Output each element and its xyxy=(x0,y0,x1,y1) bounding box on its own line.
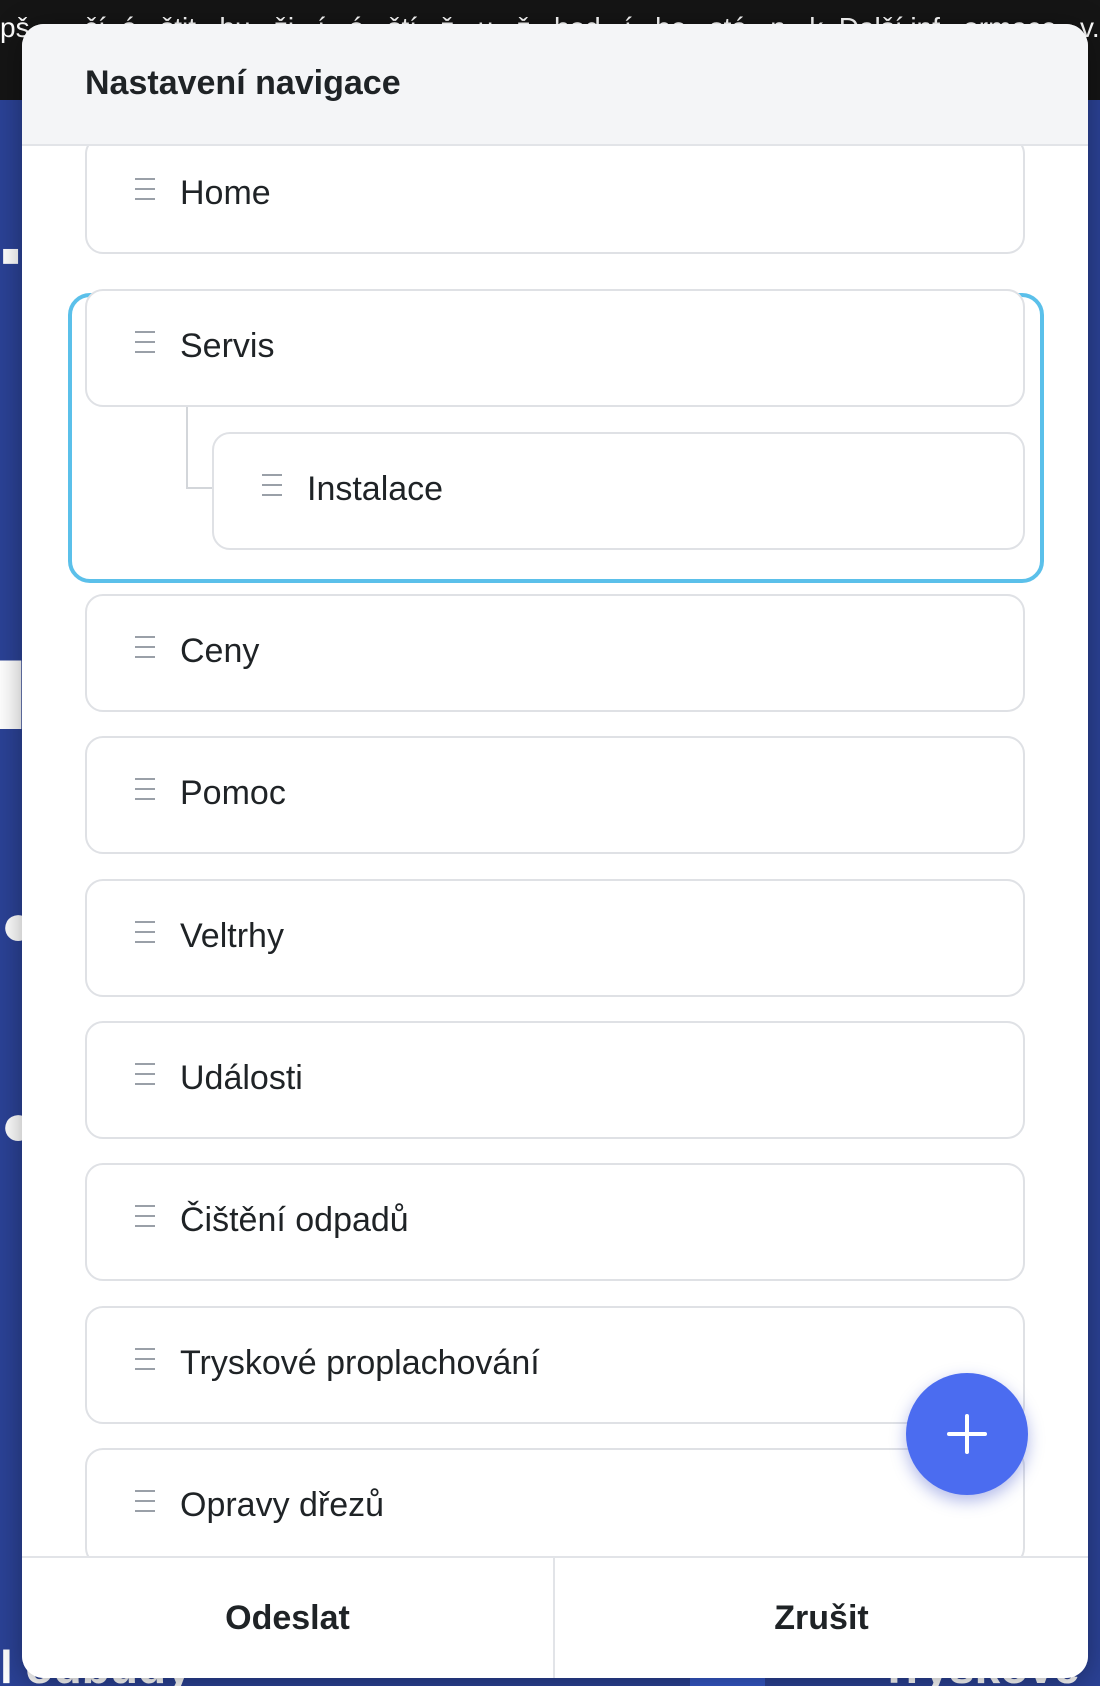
nav-item-opravy-drezu[interactable]: Opravy dřezů xyxy=(85,1448,1025,1566)
drag-handle-icon[interactable] xyxy=(135,178,155,204)
dialog-title: Nastavení navigace xyxy=(85,64,401,102)
drag-handle-icon[interactable] xyxy=(135,636,155,662)
nav-item-label: Veltrhy xyxy=(180,917,284,955)
nav-item-label: Home xyxy=(180,174,271,212)
navigation-settings-dialog: Nastavení navigace Home Servis Instalace… xyxy=(22,24,1088,1678)
background-fragment: ● xyxy=(0,891,22,958)
cancel-button[interactable]: Zrušit xyxy=(555,1558,1088,1678)
nav-item-label: Pomoc xyxy=(180,774,286,812)
nav-item-instalace[interactable]: Instalace xyxy=(212,432,1025,550)
nav-item-ceny[interactable]: Ceny xyxy=(85,594,1025,712)
drag-handle-icon[interactable] xyxy=(135,331,155,357)
nav-item-label: Tryskové proplachování xyxy=(180,1344,540,1382)
nav-item-label: Servis xyxy=(180,327,275,365)
nav-item-tryskove-proplachovani[interactable]: Tryskové proplachování xyxy=(85,1306,1025,1424)
background-fragment: ▌ xyxy=(0,661,22,728)
submit-button[interactable]: Odeslat xyxy=(22,1558,555,1678)
nav-item-cisteni-odpadu[interactable]: Čištění odpadů xyxy=(85,1163,1025,1281)
nav-item-label: Události xyxy=(180,1059,303,1097)
nav-item-label: Ceny xyxy=(180,632,260,670)
drag-handle-icon[interactable] xyxy=(135,921,155,947)
add-item-button[interactable] xyxy=(906,1373,1028,1495)
background-fragment: ▪ xyxy=(0,221,22,288)
nav-item-home[interactable]: Home xyxy=(85,146,1025,254)
drag-handle-icon[interactable] xyxy=(135,1490,155,1516)
navigation-item-list[interactable]: Home Servis Instalace Ceny Pomoc Veltrhy xyxy=(22,146,1088,1580)
drag-handle-icon[interactable] xyxy=(135,778,155,804)
plus-icon-stroke xyxy=(965,1414,969,1454)
drag-handle-icon[interactable] xyxy=(135,1205,155,1231)
nav-item-label: Čištění odpadů xyxy=(180,1201,409,1239)
dialog-header: Nastavení navigace xyxy=(22,24,1088,146)
background-fragment: ● xyxy=(0,1091,22,1158)
tree-connector-line xyxy=(186,405,212,489)
nav-item-label: Instalace xyxy=(307,470,444,508)
nav-item-udalosti[interactable]: Události xyxy=(85,1021,1025,1139)
nav-item-servis[interactable]: Servis xyxy=(85,289,1025,407)
nav-item-pomoc[interactable]: Pomoc xyxy=(85,736,1025,854)
drag-handle-icon[interactable] xyxy=(135,1348,155,1374)
drag-handle-icon[interactable] xyxy=(262,474,282,500)
dialog-footer: Odeslat Zrušit xyxy=(22,1556,1088,1678)
nav-item-label: Opravy dřezů xyxy=(180,1486,385,1524)
nav-item-veltrhy[interactable]: Veltrhy xyxy=(85,879,1025,997)
drag-handle-icon[interactable] xyxy=(135,1063,155,1089)
